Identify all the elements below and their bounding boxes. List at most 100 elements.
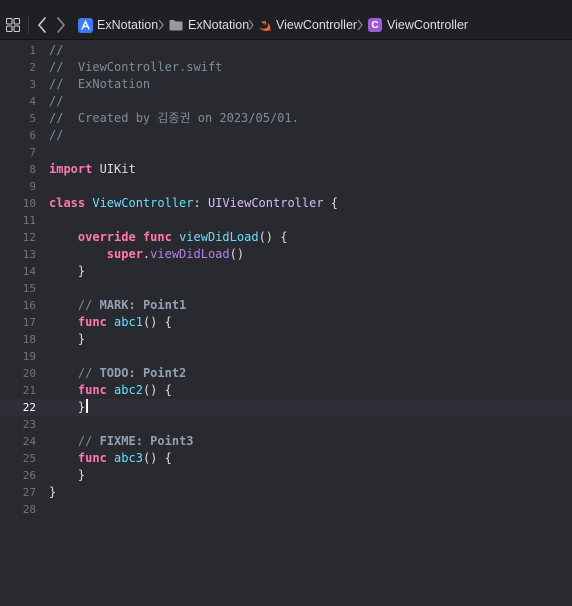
code-line[interactable]: 26 } bbox=[0, 467, 572, 484]
code-token: abc2 bbox=[114, 383, 143, 397]
code-token: } bbox=[49, 468, 86, 482]
code-line[interactable]: 4 // bbox=[0, 93, 572, 110]
code-text: import UIKit bbox=[49, 161, 136, 178]
code-line[interactable]: 22 } bbox=[0, 399, 572, 416]
breadcrumb-project-label: ExNotation bbox=[97, 18, 159, 32]
code-line[interactable]: 21 func abc2() { bbox=[0, 382, 572, 399]
navigate-forward-icon[interactable] bbox=[55, 16, 67, 34]
code-line[interactable]: 3 // ExNotation bbox=[0, 76, 572, 93]
line-number: 5 bbox=[29, 112, 36, 125]
class-symbol-badge-icon: C bbox=[368, 18, 382, 32]
code-text: // ViewController.swift bbox=[49, 59, 222, 76]
breadcrumb-symbol[interactable]: C ViewController bbox=[368, 17, 468, 33]
code-line[interactable]: 24 // FIXME: Point3 bbox=[0, 433, 572, 450]
navigate-back-icon[interactable] bbox=[36, 16, 48, 34]
line-number: 4 bbox=[29, 95, 36, 108]
code-token: Point2 bbox=[142, 366, 187, 380]
line-number: 16 bbox=[22, 299, 36, 312]
code-token: MARK: bbox=[99, 298, 136, 312]
code-line[interactable]: 8 import UIKit bbox=[0, 161, 572, 178]
code-line[interactable]: 27} bbox=[0, 484, 572, 501]
breadcrumb-symbol-label: ViewController bbox=[387, 18, 469, 32]
code-line[interactable]: 28 bbox=[0, 501, 572, 518]
folder-icon bbox=[169, 20, 183, 31]
code-text: } bbox=[49, 484, 56, 501]
code-token: class bbox=[49, 196, 86, 210]
code-line[interactable]: 17 func abc1() { bbox=[0, 314, 572, 331]
line-number: 10 bbox=[22, 197, 36, 210]
code-line[interactable]: 12 override func viewDidLoad() { bbox=[0, 229, 572, 246]
code-line[interactable]: 13 super.viewDidLoad() bbox=[0, 246, 572, 263]
breadcrumb-separator-icon bbox=[248, 19, 254, 31]
code-token: // bbox=[49, 94, 64, 108]
code-token: // bbox=[49, 366, 100, 380]
code-token: } bbox=[49, 264, 86, 278]
jump-bar: ExNotation ExNotation ViewController C V… bbox=[0, 0, 572, 40]
breadcrumb-group[interactable]: ExNotation bbox=[169, 17, 249, 33]
code-text: // FIXME: Point3 bbox=[49, 433, 194, 450]
code-token: () { bbox=[142, 383, 172, 397]
code-token: func bbox=[77, 451, 107, 465]
code-token: // bbox=[49, 128, 64, 142]
code-line[interactable]: 23 bbox=[0, 416, 572, 433]
line-number: 3 bbox=[29, 78, 36, 91]
code-line[interactable]: 11 bbox=[0, 212, 572, 229]
breadcrumb-project[interactable]: ExNotation bbox=[78, 17, 158, 33]
code-token: override bbox=[77, 230, 136, 244]
code-line[interactable]: 9 bbox=[0, 178, 572, 195]
code-token: } bbox=[49, 332, 86, 346]
code-token: // bbox=[49, 298, 100, 312]
code-line[interactable]: 16 // MARK: Point1 bbox=[0, 297, 572, 314]
line-number: 27 bbox=[22, 486, 36, 499]
code-line[interactable]: 15 bbox=[0, 280, 572, 297]
code-token: // bbox=[49, 43, 64, 57]
code-token: func bbox=[77, 315, 107, 329]
code-text: override func viewDidLoad() { bbox=[49, 229, 288, 246]
code-line[interactable]: 10 class ViewController: UIViewController… bbox=[0, 195, 572, 212]
toolbar-divider bbox=[28, 16, 29, 34]
code-text: } bbox=[49, 331, 85, 348]
line-number: 11 bbox=[22, 214, 36, 227]
line-number: 15 bbox=[22, 282, 36, 295]
line-number: 23 bbox=[22, 418, 36, 431]
line-number: 8 bbox=[29, 163, 36, 176]
line-number: 26 bbox=[22, 469, 36, 482]
code-text: // bbox=[49, 42, 63, 59]
code-text: // Created by 김종권 on 2023/05/01. bbox=[49, 110, 299, 127]
code-token: viewDidLoad bbox=[179, 230, 259, 244]
code-token: () { bbox=[142, 451, 172, 465]
code-line[interactable]: 2 // ViewController.swift bbox=[0, 59, 572, 76]
breadcrumb-group-label: ExNotation bbox=[188, 18, 250, 32]
code-token: func bbox=[77, 383, 107, 397]
code-line[interactable]: 1 // bbox=[0, 42, 572, 59]
source-editor[interactable]: 1 // 2 // ViewController.swift 3 // ExNotatio… bbox=[0, 40, 572, 606]
code-token: UIViewController bbox=[207, 196, 324, 210]
code-line[interactable]: 18 } bbox=[0, 331, 572, 348]
breadcrumb-file[interactable]: ViewController bbox=[258, 17, 357, 33]
code-token: Point1 bbox=[142, 298, 187, 312]
code-text: func abc3() { bbox=[49, 450, 172, 467]
code-line[interactable]: 6 // bbox=[0, 127, 572, 144]
line-number: 22 bbox=[22, 401, 36, 414]
code-line[interactable]: 20 // TODO: Point2 bbox=[0, 365, 572, 382]
project-app-icon bbox=[78, 17, 93, 33]
code-text: func abc2() { bbox=[49, 382, 172, 399]
code-line[interactable]: 5 // Created by 김종권 on 2023/05/01. bbox=[0, 110, 572, 127]
code-text: // ExNotation bbox=[49, 76, 150, 93]
line-number: 18 bbox=[22, 333, 36, 346]
related-items-grid-icon[interactable] bbox=[6, 18, 20, 32]
code-token: () { bbox=[142, 315, 172, 329]
line-number: 9 bbox=[29, 180, 36, 193]
code-text: class ViewController: UIViewController { bbox=[49, 195, 338, 212]
code-line[interactable]: 14 } bbox=[0, 263, 572, 280]
code-line[interactable]: 25 func abc3() { bbox=[0, 450, 572, 467]
code-line[interactable]: 19 bbox=[0, 348, 572, 365]
line-number: 13 bbox=[22, 248, 36, 261]
code-line[interactable]: 7 bbox=[0, 144, 572, 161]
code-token: } bbox=[49, 400, 86, 414]
line-number: 28 bbox=[22, 503, 36, 516]
